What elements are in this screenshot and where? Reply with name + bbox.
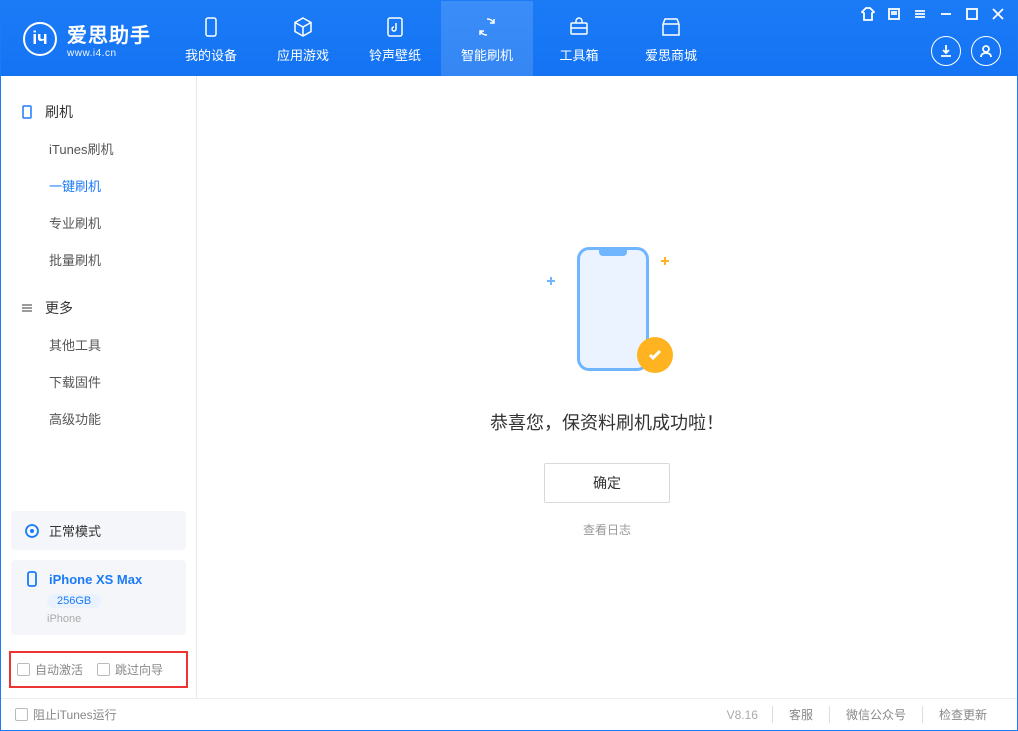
tab-store[interactable]: 爱思商城: [625, 1, 717, 76]
checkbox-label: 自动激活: [35, 661, 83, 678]
device-storage: 256GB: [47, 594, 101, 608]
user-button[interactable]: [971, 36, 1001, 66]
sidebar-item-batch-flash[interactable]: 批量刷机: [1, 241, 196, 278]
footer: 阻止iTunes运行 V8.16 客服 微信公众号 检查更新: [1, 698, 1017, 730]
app-window: iч 爱思助手 www.i4.cn 我的设备 应用游戏 铃声壁纸 智能刷机: [0, 0, 1018, 731]
tab-label: 应用游戏: [277, 45, 329, 64]
tab-label: 工具箱: [559, 45, 598, 64]
checkbox-auto-activate[interactable]: 自动激活: [17, 661, 83, 678]
shop-icon: [658, 14, 684, 40]
sidebar-item-itunes-flash[interactable]: iTunes刷机: [1, 130, 196, 167]
tab-smart-flash[interactable]: 智能刷机: [441, 1, 533, 76]
sidebar-item-advanced[interactable]: 高级功能: [1, 400, 196, 437]
header-right: [861, 1, 1005, 76]
maximize-icon[interactable]: [965, 7, 979, 21]
note-icon[interactable]: [887, 7, 901, 21]
cube-icon: [290, 14, 316, 40]
section-more: 更多: [1, 290, 196, 326]
success-check-icon: [637, 337, 673, 373]
mode-card[interactable]: 正常模式: [11, 511, 186, 550]
footer-link-update[interactable]: 检查更新: [922, 706, 1003, 723]
app-subtitle: www.i4.cn: [67, 48, 151, 59]
tab-apps-games[interactable]: 应用游戏: [257, 1, 349, 76]
tab-label: 我的设备: [185, 45, 237, 64]
mode-label: 正常模式: [49, 521, 101, 540]
close-icon[interactable]: [991, 7, 1005, 21]
body: 刷机 iTunes刷机 一键刷机 专业刷机 批量刷机 更多 其他工具 下载固件 …: [1, 76, 1017, 698]
sparkle-icon: [547, 277, 555, 285]
checkbox-box: [97, 663, 110, 676]
highlighted-options: 自动激活 跳过向导: [9, 651, 188, 688]
tab-toolbox[interactable]: 工具箱: [533, 1, 625, 76]
list-icon: [19, 300, 35, 316]
device-phone-icon: [23, 570, 41, 588]
device-name: iPhone XS Max: [49, 572, 142, 587]
tab-my-device[interactable]: 我的设备: [165, 1, 257, 76]
ok-button[interactable]: 确定: [544, 463, 670, 503]
device-panels: 正常模式 iPhone XS Max 256GB iPhone: [1, 503, 196, 645]
logo: iч 爱思助手 www.i4.cn: [1, 19, 165, 59]
device-icon: [198, 14, 224, 40]
music-file-icon: [382, 14, 408, 40]
footer-link-wechat[interactable]: 微信公众号: [829, 706, 922, 723]
section-title: 更多: [45, 298, 73, 318]
window-controls: [861, 1, 1005, 21]
header: iч 爱思助手 www.i4.cn 我的设备 应用游戏 铃声壁纸 智能刷机: [1, 1, 1017, 76]
tshirt-icon[interactable]: [861, 7, 875, 21]
header-actions: [931, 36, 1005, 76]
main-content: 恭喜您，保资料刷机成功啦！ 确定 查看日志: [197, 76, 1017, 698]
tab-label: 爱思商城: [645, 45, 697, 64]
nav-tabs: 我的设备 应用游戏 铃声壁纸 智能刷机 工具箱 爱思商城: [165, 1, 717, 76]
sidebar: 刷机 iTunes刷机 一键刷机 专业刷机 批量刷机 更多 其他工具 下载固件 …: [1, 76, 197, 698]
sidebar-item-download-firmware[interactable]: 下载固件: [1, 363, 196, 400]
checkbox-box: [15, 708, 28, 721]
section-flash: 刷机: [1, 94, 196, 130]
download-button[interactable]: [931, 36, 961, 66]
device-type: iPhone: [47, 613, 174, 625]
checkbox-skip-guide[interactable]: 跳过向导: [97, 661, 163, 678]
checkbox-label: 跳过向导: [115, 661, 163, 678]
view-log-link[interactable]: 查看日志: [583, 521, 631, 538]
tab-ringtones-wallpapers[interactable]: 铃声壁纸: [349, 1, 441, 76]
checkbox-label: 阻止iTunes运行: [33, 706, 117, 723]
section-title: 刷机: [45, 102, 73, 122]
minimize-icon[interactable]: [939, 7, 953, 21]
toolbox-icon: [566, 14, 592, 40]
footer-right: V8.16 客服 微信公众号 检查更新: [727, 706, 1003, 723]
tab-label: 铃声壁纸: [369, 45, 421, 64]
checkbox-block-itunes[interactable]: 阻止iTunes运行: [15, 706, 117, 723]
footer-link-support[interactable]: 客服: [772, 706, 829, 723]
device-card[interactable]: iPhone XS Max 256GB iPhone: [11, 560, 186, 635]
success-message: 恭喜您，保资料刷机成功啦！: [490, 409, 724, 435]
mode-icon: [23, 522, 41, 540]
phone-icon: [19, 104, 35, 120]
sidebar-item-other-tools[interactable]: 其他工具: [1, 326, 196, 363]
version-label: V8.16: [727, 708, 758, 722]
sidebar-scroll: 刷机 iTunes刷机 一键刷机 专业刷机 批量刷机 更多 其他工具 下载固件 …: [1, 76, 196, 503]
sync-icon: [474, 14, 500, 40]
menu-icon[interactable]: [913, 7, 927, 21]
success-illustration: [527, 237, 687, 387]
checkbox-box: [17, 663, 30, 676]
tab-label: 智能刷机: [461, 45, 513, 64]
sidebar-item-onekey-flash[interactable]: 一键刷机: [1, 167, 196, 204]
sparkle-icon: [661, 257, 669, 265]
app-title: 爱思助手: [67, 19, 151, 48]
sidebar-item-pro-flash[interactable]: 专业刷机: [1, 204, 196, 241]
logo-icon: iч: [23, 22, 57, 56]
